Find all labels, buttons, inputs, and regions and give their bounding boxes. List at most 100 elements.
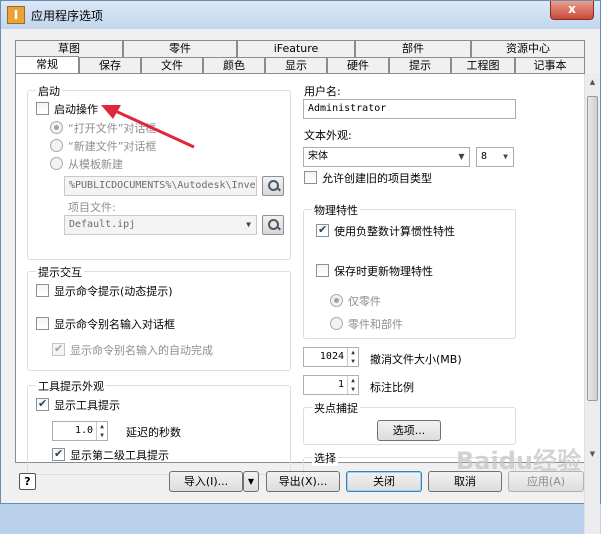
from-template-radio[interactable]	[50, 157, 63, 170]
tab-ifeature[interactable]: iFeature	[237, 40, 355, 57]
prompt-group-title: 提示交互	[36, 264, 84, 280]
scroll-down-icon[interactable]: ▼	[585, 446, 600, 463]
project-browse-button[interactable]	[262, 215, 284, 235]
tab-save[interactable]: 保存	[79, 57, 141, 74]
allow-legacy-checkbox[interactable]	[304, 171, 317, 184]
scrollbar-thumb[interactable]	[587, 96, 598, 401]
font-size-combo[interactable]: 8 ▼	[476, 147, 514, 167]
show-tooltips-label: 显示工具提示	[54, 399, 120, 412]
inventor-app-icon: I	[7, 6, 25, 24]
tab-colors[interactable]: 颜色	[203, 57, 265, 74]
parts-only-radio[interactable]	[330, 294, 343, 307]
font-combo-value: 宋体	[308, 151, 328, 162]
help-icon[interactable]: ?	[19, 473, 36, 490]
open-file-label: “打开文件”对话框	[68, 122, 157, 135]
font-size-value: 8	[481, 151, 488, 162]
scroll-up-icon[interactable]: ▲	[585, 74, 600, 91]
import-button[interactable]: 导入(I)...	[169, 471, 243, 492]
project-file-label: 项目文件:	[68, 201, 116, 214]
tab-part[interactable]: 零件	[123, 40, 237, 57]
annotation-scale-label: 标注比例	[370, 381, 414, 394]
window-title: 应用程序选项	[31, 9, 104, 23]
tooltip-delay-spinner[interactable]: 1.0 ▲ ▼	[52, 421, 108, 441]
tooltip-group-title: 工具提示外观	[36, 378, 106, 394]
physical-properties-group: 物理特性 使用负整数计算惯性特性 保存时更新物理特性 仅零件 零件和部件	[303, 202, 516, 339]
tooltip-delay-value: 1.0	[74, 425, 93, 436]
show-alias-dialog-label: 显示命令别名输入对话框	[54, 318, 175, 331]
template-path-field[interactable]: %PUBLICDOCUMENTS%\Autodesk\Inven	[64, 176, 257, 196]
spinner-arrows-icon[interactable]: ▲ ▼	[96, 422, 107, 440]
tab-content-center[interactable]: 资源中心	[471, 40, 585, 57]
chevron-down-icon: ▼	[246, 220, 251, 229]
chevron-down-icon: ▼	[247, 477, 255, 486]
panel-scrollbar[interactable]: ▲ ▼	[584, 74, 600, 534]
tooltip-appearance-group: 工具提示外观 显示工具提示 1.0 ▲▼ 延迟的秒数 显示第二级工具提示	[27, 378, 291, 475]
undo-size-label: 撤消文件大小(MB)	[370, 353, 462, 366]
grip-options-button[interactable]: 选项...	[377, 420, 441, 441]
baidu-watermark: Baidu经验	[456, 447, 581, 475]
project-file-value: Default.ipj	[69, 219, 136, 230]
tab-file[interactable]: 文件	[141, 57, 203, 74]
show-tooltips-checkbox[interactable]	[36, 397, 49, 411]
username-label: 用户名:	[304, 85, 341, 98]
show-command-prompt-label: 显示命令提示(动态提示)	[54, 285, 173, 298]
physical-group-title: 物理特性	[312, 202, 360, 218]
import-dropdown-arrow[interactable]: ▼	[243, 471, 259, 492]
tab-sketch[interactable]: 草图	[15, 40, 123, 57]
tab-row-front: 保存 文件 颜色 显示 硬件 提示 工程图 记事本 常规	[15, 56, 585, 76]
chevron-down-icon: ▼	[458, 152, 465, 161]
show-alias-autocomplete-checkbox[interactable]	[52, 342, 65, 356]
tab-display[interactable]: 显示	[265, 57, 327, 74]
show-second-level-checkbox[interactable]	[52, 447, 65, 461]
title-bar: I 应用程序选项 x	[1, 1, 600, 29]
parts-and-assemblies-label: 零件和部件	[348, 318, 403, 331]
text-style-label: 文本外观:	[304, 129, 352, 142]
startup-action-checkbox[interactable]	[36, 102, 49, 115]
new-file-radio[interactable]	[50, 139, 63, 152]
window-close-button[interactable]: x	[550, 1, 594, 20]
project-file-combo[interactable]: Default.ipj ▼	[64, 215, 257, 235]
new-file-label: “新建文件”对话框	[68, 140, 157, 153]
undo-size-spinner[interactable]: 1024 ▲ ▼	[303, 347, 359, 367]
selection-group-title: 选择	[312, 450, 338, 466]
show-second-level-label: 显示第二级工具提示	[70, 449, 169, 462]
update-on-save-checkbox[interactable]	[316, 264, 329, 277]
show-alias-autocomplete-label: 显示命令别名输入的自动完成	[70, 344, 213, 357]
tab-prompts[interactable]: 提示	[389, 57, 451, 74]
undo-size-value: 1024	[319, 351, 344, 362]
grip-snap-group: 夹点捕捉 选项...	[303, 400, 516, 445]
username-field[interactable]: Administrator	[303, 99, 516, 119]
update-on-save-label: 保存时更新物理特性	[334, 265, 433, 278]
grip-snap-group-title: 夹点捕捉	[312, 400, 360, 416]
from-template-label: 从模板新建	[68, 158, 123, 171]
tab-notebook[interactable]: 记事本	[515, 57, 585, 74]
use-negative-checkbox[interactable]	[316, 223, 329, 237]
spinner-arrows-icon[interactable]: ▲ ▼	[347, 348, 358, 366]
annotation-scale-value: 1	[337, 379, 344, 390]
close-button[interactable]: 关闭	[346, 471, 422, 492]
spinner-arrows-icon[interactable]: ▲ ▼	[347, 376, 358, 394]
application-options-window: I 应用程序选项 x 草图 零件 iFeature 部件 资源中心 保存 文件 …	[0, 0, 601, 534]
startup-group-title: 启动	[36, 83, 62, 99]
tab-drawing[interactable]: 工程图	[451, 57, 515, 74]
tooltip-delay-label: 延迟的秒数	[126, 426, 181, 439]
export-button[interactable]: 导出(X)...	[266, 471, 340, 492]
parts-and-assemblies-radio[interactable]	[330, 317, 343, 330]
annotation-scale-spinner[interactable]: 1 ▲ ▼	[303, 375, 359, 395]
general-tab-panel: 启动 启动操作 “打开文件”对话框 “新建文件”对话框 从模板新建 %PUBLI…	[15, 73, 600, 534]
open-file-radio[interactable]	[50, 121, 63, 134]
chevron-down-icon: ▼	[503, 152, 508, 161]
parts-only-label: 仅零件	[348, 295, 381, 308]
startup-action-label: 启动操作	[54, 103, 98, 116]
tab-assembly[interactable]: 部件	[355, 40, 471, 57]
font-combo[interactable]: 宋体 ▼	[303, 147, 470, 167]
template-browse-button[interactable]	[262, 176, 284, 196]
tab-row-back: 草图 零件 iFeature 部件 资源中心	[15, 40, 585, 57]
show-command-prompt-checkbox[interactable]	[36, 284, 49, 297]
tab-hardware[interactable]: 硬件	[327, 57, 389, 74]
startup-group: 启动 启动操作 “打开文件”对话框 “新建文件”对话框 从模板新建 %PUBLI…	[27, 83, 291, 260]
show-alias-dialog-checkbox[interactable]	[36, 317, 49, 330]
use-negative-label: 使用负整数计算惯性特性	[334, 225, 455, 238]
prompt-interaction-group: 提示交互 显示命令提示(动态提示) 显示命令别名输入对话框 显示命令别名输入的自…	[27, 264, 291, 371]
allow-legacy-label: 允许创建旧的项目类型	[322, 172, 432, 185]
